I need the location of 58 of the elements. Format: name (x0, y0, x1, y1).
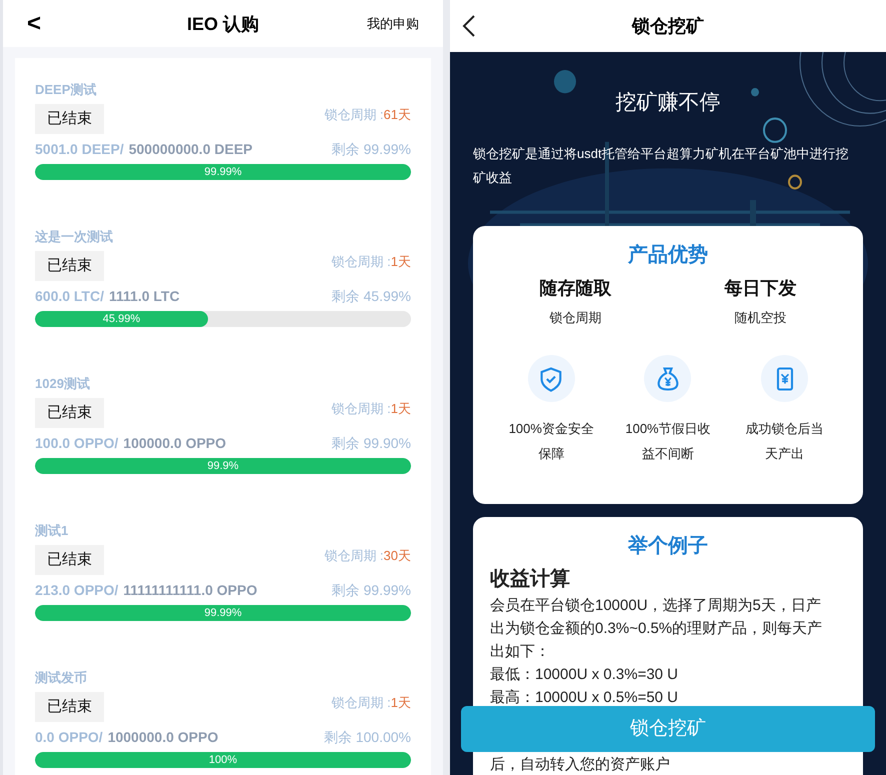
example-line: 最高：10000U x 0.5%=50 U (490, 688, 680, 708)
feature-text: 100%节假日收益不间断 (624, 420, 712, 463)
feature-text: 100%资金安全保障 (508, 420, 595, 463)
back-button[interactable]: < (27, 8, 87, 40)
total-amount: 11111111111.0 OPPO (123, 580, 258, 600)
remaining-text: 剩余 99.99% (332, 580, 411, 600)
item-title: 1029测试 (35, 375, 91, 393)
total-amount: 1000000.0 OPPO (108, 728, 218, 746)
description-text: 锁仓挖矿是通过将usdt托管给平台超算力矿机在平台矿池中进行挖矿收益 (473, 144, 850, 186)
section-heading: 收益计算 (490, 566, 571, 592)
receipt-icon (761, 355, 808, 402)
my-subscriptions-link[interactable]: 我的申购 (359, 14, 419, 34)
lock-period-text: 锁仓周期 :61天 (324, 106, 411, 124)
sold-amount: 213.0 OPPO/ (35, 580, 118, 600)
progress-fill: 99.99% (35, 605, 411, 621)
highlight-subtitle: 锁仓周期 (550, 308, 602, 326)
item-title: 这是一次测试 (35, 228, 114, 246)
remaining-text: 剩余 100.00% (324, 728, 411, 746)
lock-period-text: 锁仓周期 :30天 (324, 547, 411, 565)
card-title: 产品优势 (628, 242, 708, 268)
sold-amount: 0.0 OPPO/ (35, 728, 103, 746)
item-title: 测试1 (35, 522, 70, 540)
remaining-text: 剩余 99.90% (332, 434, 411, 452)
example-paragraph: 会员在平台锁仓10000U，选择了周期为5天，日产出为锁仓金额的0.3%~0.5%的理财产品，则每天产出如下： (490, 596, 824, 662)
status-badge: 已结束 (35, 692, 104, 722)
lock-period-text: 锁仓周期 :1天 (332, 253, 411, 271)
highlight-subtitle: 随机空投 (734, 308, 786, 326)
money-bag-icon (644, 355, 692, 402)
example-text: 后，自动转入您的资产账户 (490, 754, 671, 774)
progress-fill: 100% (35, 752, 411, 768)
item-title: DEEP测试 (35, 81, 98, 99)
highlight-title: 每日下发 (724, 276, 796, 300)
sold-amount: 600.0 LTC/ (35, 286, 104, 306)
page-title: IEO 认购 (186, 12, 260, 36)
total-amount: 1111.0 LTC (109, 286, 180, 306)
progress-fill: 99.99% (35, 164, 411, 180)
status-badge: 已结束 (35, 104, 104, 134)
lock-period-text: 锁仓周期 :1天 (332, 694, 411, 712)
progress-fill: 99.9% (35, 458, 411, 474)
hero-heading: 挖矿赚不停 (614, 90, 722, 116)
example-line: 最低：10000U x 0.3%=30 U (490, 664, 680, 684)
status-badge: 已结束 (35, 398, 104, 428)
lock-period-text: 锁仓周期 :1天 (332, 400, 411, 418)
shield-icon (528, 355, 575, 402)
total-amount: 500000000.0 DEEP (128, 140, 252, 158)
progress-fill: 45.99% (35, 311, 208, 327)
remaining-text: 剩余 99.99% (332, 140, 411, 158)
feature-text: 成功锁仓后当天产出 (744, 420, 825, 463)
sold-amount: 5001.0 DEEP/ (35, 140, 124, 158)
page-title: 锁仓挖矿 (630, 15, 705, 38)
sold-amount: 100.0 OPPO/ (35, 434, 118, 452)
status-badge: 已结束 (35, 545, 104, 575)
status-badge: 已结束 (35, 251, 104, 281)
highlight-title: 随存随取 (540, 276, 612, 300)
remaining-text: 剩余 45.99% (332, 286, 411, 306)
total-amount: 100000.0 OPPO (123, 434, 226, 452)
item-title: 测试发币 (35, 669, 88, 687)
card-title: 举个例子 (626, 534, 709, 558)
